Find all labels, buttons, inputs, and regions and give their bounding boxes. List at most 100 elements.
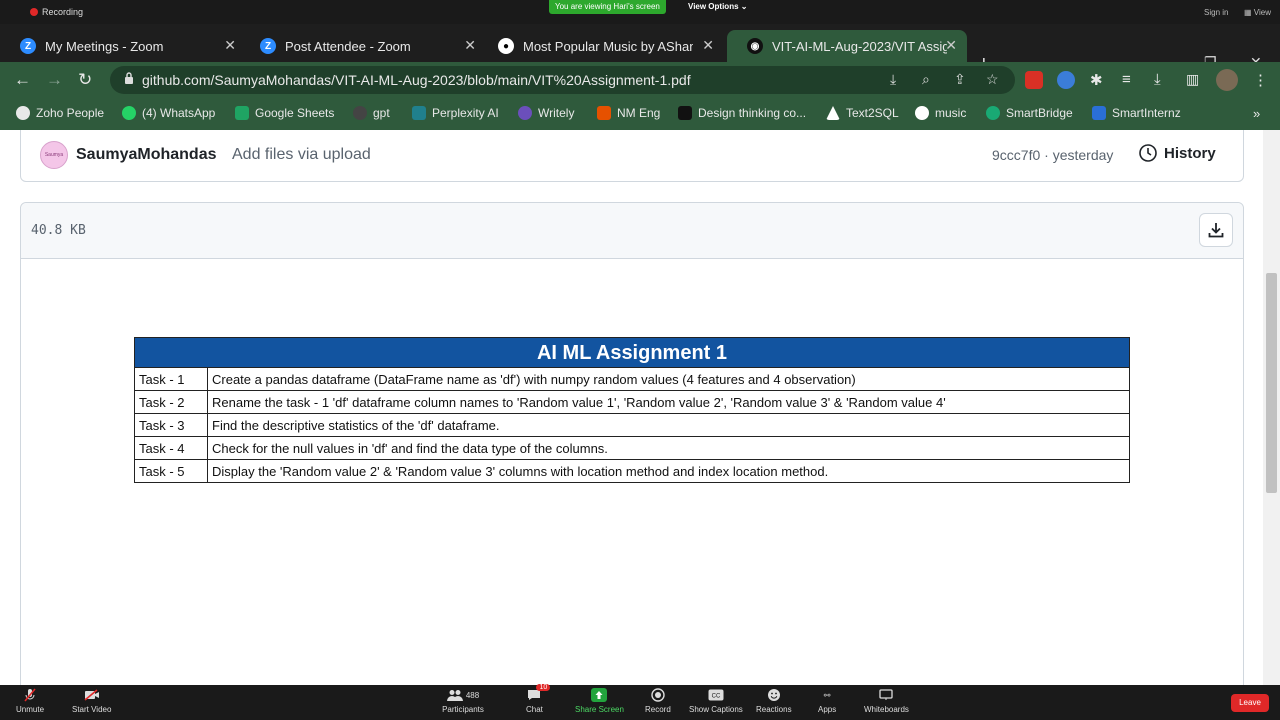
close-icon[interactable]: ✕ [464,37,476,54]
tab-music[interactable]: ● Most Popular Music by AShamalu ✕ [478,30,724,62]
bookmark-smartinternz[interactable]: SmartInternz [1092,106,1181,120]
tab-my-meetings[interactable]: Z My Meetings - Zoom ✕ [0,30,246,62]
svg-text:CC: CC [712,694,721,700]
downloads-icon[interactable]: ⤓ [1154,71,1161,88]
close-icon[interactable]: ✕ [702,37,714,54]
extension-blue-icon[interactable] [1057,71,1075,89]
chat-button[interactable]: 10 Chat [526,684,551,714]
task-cell: Task - 3 [134,413,208,437]
download-raw-button[interactable] [1199,213,1233,247]
bookmark-smartbridge[interactable]: SmartBridge [986,106,1073,120]
chat-icon: 10 [526,684,551,702]
page-scrollbar[interactable] [1263,130,1280,685]
bookmark-gpt[interactable]: gpt [353,106,390,120]
view-label: View [1253,8,1271,17]
bookmark-google-sheets[interactable]: Google Sheets [235,106,334,120]
share-icon[interactable]: ⇪ [954,71,966,88]
bookmark-zoho-people[interactable]: Zoho People [16,106,104,120]
reading-list-icon[interactable]: ≡ [1122,71,1131,88]
bookmark-label: Google Sheets [255,106,335,120]
bookmark-whatsapp[interactable]: (4) WhatsApp [122,106,215,120]
commit-sha-time[interactable]: 9ccc7f0 · yesterday [992,147,1113,163]
tab-title: Most Popular Music by AShamalu [523,38,693,54]
forward-icon[interactable]: → [46,70,63,90]
apps-button[interactable]: ⚯ Apps [818,688,836,715]
tab-github-assignment[interactable]: ◉ VIT-AI-ML-Aug-2023/VIT Assignm ✕ [727,30,967,62]
history-button[interactable]: History [1138,143,1216,163]
extensions-puzzle-icon[interactable]: ✱ [1090,71,1103,89]
share-screen-button[interactable]: Share Screen [575,688,624,714]
sign-in-link[interactable]: Sign in [1204,8,1228,17]
install-icon[interactable]: ⤓ [890,71,896,88]
table-row: Task - 1 Create a pandas dataframe (DataF… [134,367,1130,391]
profile-avatar[interactable] [1216,69,1238,91]
bookmark-label: SmartBridge [1006,106,1073,120]
view-options-button[interactable]: View Options ⌄ [688,2,747,11]
unmute-label: Unmute [16,705,45,714]
tab-post-attendee[interactable]: Z Post Attendee - Zoom ✕ [240,30,486,62]
leave-button[interactable]: Leave [1231,694,1269,712]
bookmark-perplexity[interactable]: Perplexity AI [412,106,499,120]
tab-strip: Z My Meetings - Zoom ✕ Z Post Attendee -… [0,24,1280,75]
menu-kebab-icon[interactable]: ⋮ [1253,71,1268,89]
scrollbar-thumb[interactable] [1266,273,1277,493]
openai-icon [353,106,367,120]
commit-message[interactable]: Add files via upload [232,146,371,164]
bookmark-design-thinking[interactable]: Design thinking co... [678,106,806,120]
view-button[interactable]: ▦ View [1244,8,1271,17]
reactions-button[interactable]: Reactions [756,688,792,714]
zoom-icon: Z [260,38,276,54]
close-icon[interactable]: ✕ [945,37,957,54]
task-cell: Task - 2 [134,390,208,414]
zoom-icon: Z [20,38,36,54]
reload-icon[interactable]: ↻ [78,70,92,90]
side-panel-icon[interactable]: ▥ [1186,71,1199,88]
view-options-label: View Options [688,2,739,11]
video-off-icon [84,688,100,702]
tab-title: Post Attendee - Zoom [285,38,411,54]
unmute-button[interactable]: Unmute [16,688,44,714]
history-label: History [1164,144,1216,162]
omnibox[interactable]: github.com/SaumyaMohandas/VIT-AI-ML-Aug-… [110,66,1015,94]
bookmark-music[interactable]: music [915,106,966,120]
recording-dot-icon [30,8,38,16]
start-video-button[interactable]: Start Video [72,688,111,714]
show-captions-button[interactable]: CC Show Captions [689,688,743,714]
github-icon: ◉ [747,38,763,54]
task-cell: Task - 5 [134,459,208,483]
task-description: Find the descriptive statistics of the '… [207,413,1130,437]
bookmark-writely[interactable]: Writely [518,106,574,120]
bookmark-label: Zoho People [36,106,105,120]
author-avatar[interactable]: Saumya [40,141,68,169]
bookmark-label: Writely [538,106,575,120]
zoom-top-bar: Recording You are viewing Hari's screen … [0,0,1280,24]
commit-author[interactable]: SaumyaMohandas [76,146,216,164]
bookmark-text2sql[interactable]: Text2SQL [826,106,899,120]
chat-badge: 10 [536,684,551,691]
bookmark-star-icon[interactable]: ☆ [986,71,999,88]
bookmark-label: (4) WhatsApp [142,106,216,120]
pdf-title: AI ML Assignment 1 [134,337,1130,367]
more-bookmarks-icon[interactable]: » [1253,106,1260,121]
participants-icon: 488 [441,688,485,702]
whiteboards-button[interactable]: Whiteboards [864,688,909,714]
participants-button[interactable]: 488 Participants [441,688,485,714]
zoom-magnifier-icon[interactable]: ⌕ [922,71,930,88]
captions-icon: CC [708,688,724,702]
bookmark-nm-eng[interactable]: NM Eng [597,106,660,120]
extension-red-icon[interactable] [1025,71,1043,89]
table-row: Task - 5 Display the 'Random value 2' & '… [134,459,1130,483]
sheets-icon [235,106,249,120]
back-icon[interactable]: ← [14,70,31,90]
music-icon [915,106,929,120]
history-clock-icon [1139,144,1157,162]
zoom-toolbar: Unmute Start Video 488 Participants 10 C… [0,684,1280,720]
bookmark-label: Perplexity AI [432,106,499,120]
record-button[interactable]: Record [645,688,671,714]
whatsapp-icon [122,106,136,120]
task-description: Create a pandas dataframe (DataFrame nam… [207,367,1130,391]
assignment-table: Task - 1 Create a pandas dataframe (DataF… [134,367,1130,483]
reactions-smile-icon [766,688,782,702]
close-icon[interactable]: ✕ [224,37,236,54]
apps-icon: ⚯ [823,690,831,700]
